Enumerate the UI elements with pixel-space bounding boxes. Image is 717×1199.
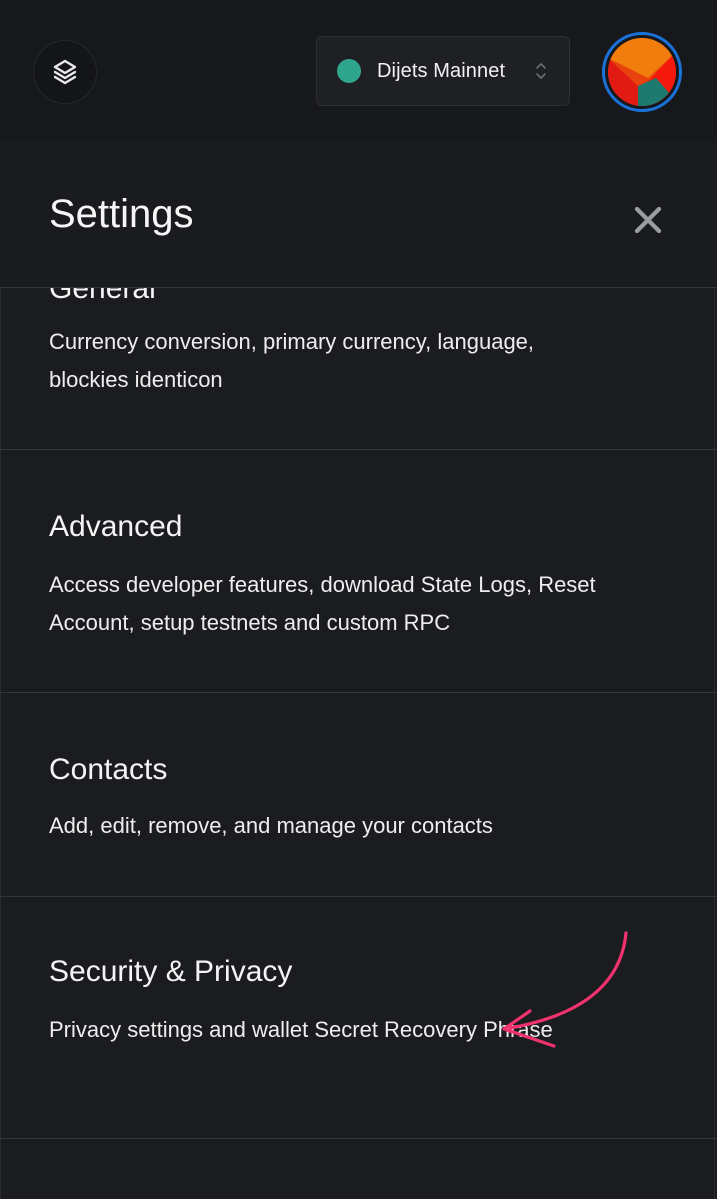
close-button[interactable] bbox=[628, 200, 668, 240]
arrow-annotation-icon bbox=[502, 931, 628, 1048]
settings-item-title: Contacts bbox=[49, 753, 168, 786]
settings-item-title: Advanced bbox=[49, 510, 183, 543]
settings-item-title: Security & Privacy bbox=[49, 955, 293, 988]
app-logo[interactable] bbox=[33, 40, 97, 104]
settings-item-contacts[interactable]: Contacts Add, edit, remove, and manage y… bbox=[0, 693, 717, 897]
settings-item-title: General bbox=[49, 288, 156, 305]
app-header: Dijets Mainnet bbox=[0, 0, 717, 142]
account-avatar bbox=[608, 38, 676, 106]
settings-item-description: Currency conversion, primary currency, l… bbox=[49, 329, 535, 392]
settings-item-description: Add, edit, remove, and manage your conta… bbox=[49, 813, 493, 838]
settings-item-description: Access developer features, download Stat… bbox=[49, 572, 596, 635]
network-status-dot bbox=[337, 59, 361, 83]
settings-item-general[interactable]: General Currency conversion, primary cur… bbox=[0, 288, 717, 450]
network-name: Dijets Mainnet bbox=[377, 59, 506, 82]
settings-header: Settings bbox=[0, 142, 717, 288]
account-menu-button[interactable] bbox=[602, 32, 682, 112]
layers-logo-icon bbox=[53, 59, 77, 85]
network-selector[interactable]: Dijets Mainnet bbox=[316, 36, 570, 106]
settings-item-advanced[interactable]: Advanced Access developer features, down… bbox=[0, 450, 717, 693]
chevron-up-down-icon bbox=[536, 63, 546, 79]
close-icon bbox=[634, 206, 662, 234]
page-title: Settings bbox=[49, 192, 194, 236]
